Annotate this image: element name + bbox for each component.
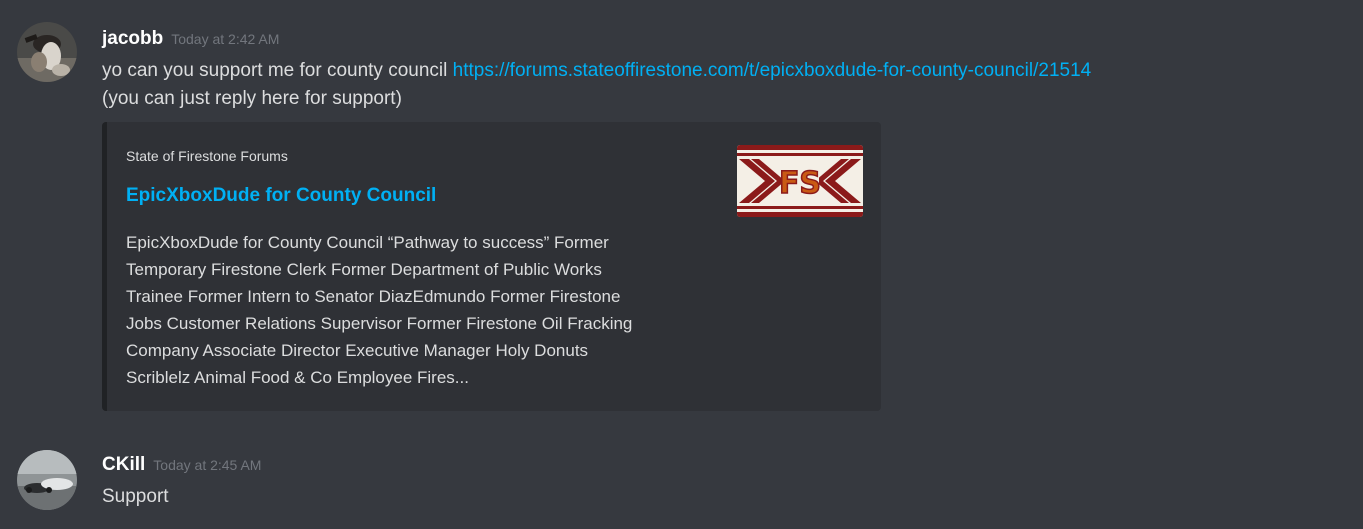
embed-description-line: Company Associate Director Executive Man… xyxy=(126,341,589,360)
firestone-logo-icon[interactable]: FS xyxy=(737,145,863,217)
chat-messages: jacobb Today at 2:42 AM yo can you suppor… xyxy=(0,0,1363,529)
username[interactable]: CKill xyxy=(102,454,145,475)
embed-description-line: Trainee Former Intern to Senator DiazEdm… xyxy=(126,287,621,306)
logo-text: FS xyxy=(779,166,821,201)
message-header: jacobb Today at 2:42 AM xyxy=(102,26,1091,52)
message-text: yo can you support me for county council… xyxy=(102,57,1091,85)
user-avatar-icon[interactable] xyxy=(17,22,77,82)
message-header: CKill Today at 2:45 AM xyxy=(102,452,261,478)
embed-description-line: EpicXboxDude for County Council “Pathway… xyxy=(126,233,609,252)
link-embed: State of Firestone Forums EpicXboxDude f… xyxy=(102,122,881,411)
embed-description: EpicXboxDude for County Council “Pathway… xyxy=(126,229,726,391)
embed-provider[interactable]: State of Firestone Forums xyxy=(126,148,288,164)
user-avatar-icon[interactable] xyxy=(17,450,77,510)
embed-description-line: Scriblelz Animal Food & Co Employee Fire… xyxy=(126,368,469,387)
embed-title[interactable]: EpicXboxDude for County Council xyxy=(126,185,436,207)
message-text: Support xyxy=(102,486,169,507)
message-timestamp: Today at 2:42 AM xyxy=(171,31,280,47)
message-timestamp: Today at 2:45 AM xyxy=(153,457,262,473)
embed-description-line: Jobs Customer Relations Supervisor Forme… xyxy=(126,314,633,333)
embed-description-line: Temporary Firestone Clerk Former Departm… xyxy=(126,260,602,279)
message-link[interactable]: https://forums.stateoffirestone.com/t/ep… xyxy=(453,60,1092,81)
message-text-part: yo can you support me for county council xyxy=(102,60,453,81)
message-text-line: (you can just reply here for support) xyxy=(102,88,402,109)
username[interactable]: jacobb xyxy=(102,28,163,49)
